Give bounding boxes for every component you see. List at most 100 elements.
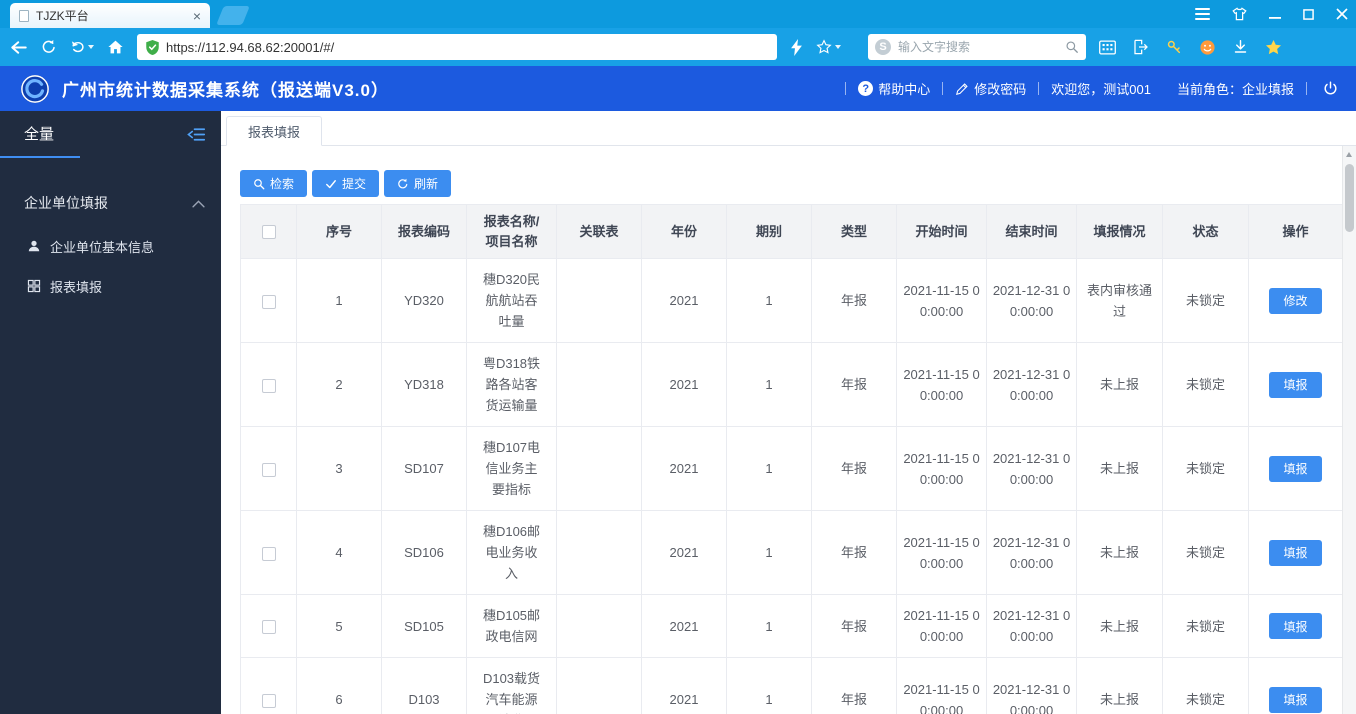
action-toolbar: 检索 提交 刷新 bbox=[221, 146, 1356, 197]
lightning-icon[interactable] bbox=[790, 38, 803, 56]
theme-skin-icon[interactable] bbox=[1232, 7, 1247, 21]
url-input[interactable] bbox=[166, 39, 769, 55]
bookmark-star-icon[interactable] bbox=[1265, 39, 1282, 56]
favorites-star-button[interactable] bbox=[816, 39, 841, 55]
divider bbox=[942, 82, 944, 95]
maximize-button[interactable] bbox=[1303, 8, 1314, 20]
cell-year: 2021 bbox=[641, 426, 727, 511]
row-action-button[interactable]: 填报 bbox=[1269, 371, 1322, 398]
welcome-label: 欢迎您，测试001 bbox=[1051, 82, 1151, 97]
cell-seq: 6 bbox=[296, 657, 382, 714]
vertical-scrollbar[interactable] bbox=[1342, 146, 1356, 714]
scroll-up-arrow[interactable] bbox=[1343, 146, 1356, 161]
search-magnifier-icon[interactable] bbox=[1065, 40, 1079, 54]
sidebar-item-basic-info[interactable]: 企业单位基本信息 bbox=[0, 226, 221, 266]
grid-icon bbox=[27, 279, 41, 293]
cell-end-time: 2021-12-31 00:00:00 bbox=[986, 342, 1077, 427]
cell-end-time: 2021-12-31 00:00:00 bbox=[986, 657, 1077, 714]
apps-grid-icon[interactable] bbox=[1099, 39, 1116, 55]
browser-tab[interactable]: TJZK平台 × bbox=[10, 3, 210, 28]
sidebar-item-report-fill[interactable]: 报表填报 bbox=[0, 266, 221, 306]
cell-lock-status: 未锁定 bbox=[1162, 426, 1249, 511]
help-center-link[interactable]: 帮助中心 bbox=[858, 79, 930, 98]
favorites-dropdown-caret[interactable] bbox=[835, 45, 841, 49]
search-button[interactable]: 检索 bbox=[240, 170, 308, 197]
submit-button[interactable]: 提交 bbox=[312, 170, 380, 197]
minimize-button[interactable] bbox=[1269, 8, 1281, 20]
feedback-smiley-icon[interactable] bbox=[1199, 39, 1216, 56]
cell-end-time: 2021-12-31 00:00:00 bbox=[986, 258, 1077, 343]
select-all-checkbox[interactable] bbox=[261, 225, 276, 240]
cell-lock-status: 未锁定 bbox=[1162, 594, 1249, 658]
cell-seq: 5 bbox=[296, 594, 382, 658]
home-button[interactable] bbox=[107, 39, 124, 55]
row-action-button[interactable]: 填报 bbox=[1269, 455, 1322, 482]
search-box[interactable]: S bbox=[868, 34, 1086, 60]
cell-seq: 3 bbox=[296, 426, 382, 511]
refresh-button[interactable] bbox=[41, 39, 57, 55]
change-password-label: 修改密码 bbox=[974, 82, 1027, 97]
cell-action: 填报 bbox=[1248, 657, 1343, 714]
scroll-thumb[interactable] bbox=[1345, 164, 1354, 232]
cell-period: 1 bbox=[726, 258, 812, 343]
cell-start-time: 2021-11-15 00:00:00 bbox=[896, 657, 987, 714]
close-button[interactable] bbox=[1336, 8, 1348, 20]
undo-button[interactable] bbox=[70, 40, 94, 54]
cell-end-time: 2021-12-31 00:00:00 bbox=[986, 426, 1077, 511]
logout-power-button[interactable] bbox=[1323, 81, 1338, 96]
row-checkbox[interactable] bbox=[261, 294, 276, 309]
sidebar: 全量 企业单位填报 企业单位基本信息 报表填报 bbox=[0, 111, 221, 714]
row-checkbox[interactable] bbox=[261, 462, 276, 477]
column-header: 操作 bbox=[1248, 204, 1343, 259]
cell-lock-status: 未锁定 bbox=[1162, 657, 1249, 714]
main-content: 报表填报 检索 提交 刷新 序号 报表编码 报表名称/项目名称 关联表 年份 期… bbox=[221, 111, 1356, 714]
row-action-button[interactable]: 填报 bbox=[1269, 686, 1322, 713]
sidebar-tab-all[interactable]: 全量 bbox=[0, 111, 81, 158]
tab-report-fill[interactable]: 报表填报 bbox=[226, 116, 323, 146]
cell-period: 1 bbox=[726, 594, 812, 658]
browser-menu-icon[interactable] bbox=[1195, 8, 1210, 20]
download-icon[interactable] bbox=[1233, 39, 1248, 55]
divider bbox=[1306, 82, 1307, 95]
row-checkbox[interactable] bbox=[261, 693, 276, 708]
row-action-button[interactable]: 修改 bbox=[1269, 287, 1322, 314]
web-search-input[interactable] bbox=[898, 40, 1058, 54]
new-tab-button[interactable] bbox=[216, 6, 250, 25]
cell-report-name: 穗D320民航航站吞吐量 bbox=[466, 258, 557, 343]
tab-close-icon[interactable]: × bbox=[193, 9, 201, 23]
magnifier-icon bbox=[254, 178, 265, 189]
row-checkbox[interactable] bbox=[261, 546, 276, 561]
collapse-menu-icon[interactable] bbox=[187, 127, 205, 142]
column-header: 期别 bbox=[726, 204, 812, 259]
row-checkbox[interactable] bbox=[261, 378, 276, 393]
role-label: 当前角色：企业填报 bbox=[1176, 82, 1294, 97]
cell-start-time: 2021-11-15 00:00:00 bbox=[896, 426, 987, 511]
sidebar-group-enterprise[interactable]: 企业单位填报 bbox=[0, 180, 221, 226]
cell-period: 1 bbox=[726, 657, 812, 714]
row-checkbox-cell bbox=[240, 426, 297, 511]
cell-period: 1 bbox=[726, 426, 812, 511]
table-header-row: 序号 报表编码 报表名称/项目名称 关联表 年份 期别 类型 开始时间 结束时间 填报情况 状态 操作 bbox=[240, 204, 1343, 259]
back-button[interactable] bbox=[10, 40, 28, 55]
table-row: 6 D103 D103载货汽车能源消费 2021 1 年报 2021-11-15… bbox=[240, 657, 1343, 714]
search-button-label: 检索 bbox=[270, 177, 295, 191]
cell-seq: 4 bbox=[296, 510, 382, 595]
row-action-button[interactable]: 填报 bbox=[1269, 539, 1322, 566]
table-body: 1 YD320 穗D320民航航站吞吐量 2021 1 年报 2021-11-1… bbox=[240, 258, 1343, 714]
cell-type: 年报 bbox=[811, 657, 897, 714]
login-exit-icon[interactable] bbox=[1133, 39, 1149, 55]
key-icon[interactable] bbox=[1166, 39, 1182, 55]
row-checkbox[interactable] bbox=[261, 620, 276, 635]
app-body: 全量 企业单位填报 企业单位基本信息 报表填报 报表填报 检索 提交 刷新 序号… bbox=[0, 111, 1356, 714]
cell-type: 年报 bbox=[811, 510, 897, 595]
submit-button-label: 提交 bbox=[342, 177, 367, 191]
column-header: 关联表 bbox=[556, 204, 642, 259]
change-password-link[interactable]: 修改密码 bbox=[955, 79, 1026, 98]
address-bar[interactable] bbox=[137, 34, 777, 60]
refresh-list-button[interactable]: 刷新 bbox=[384, 170, 452, 197]
undo-dropdown-caret[interactable] bbox=[88, 45, 94, 49]
cell-fill-status: 未上报 bbox=[1076, 510, 1163, 595]
sidebar-group-label: 企业单位填报 bbox=[24, 195, 108, 211]
row-action-button[interactable]: 填报 bbox=[1269, 613, 1322, 639]
cell-report-name: 穗D107电信业务主要指标 bbox=[466, 426, 557, 511]
